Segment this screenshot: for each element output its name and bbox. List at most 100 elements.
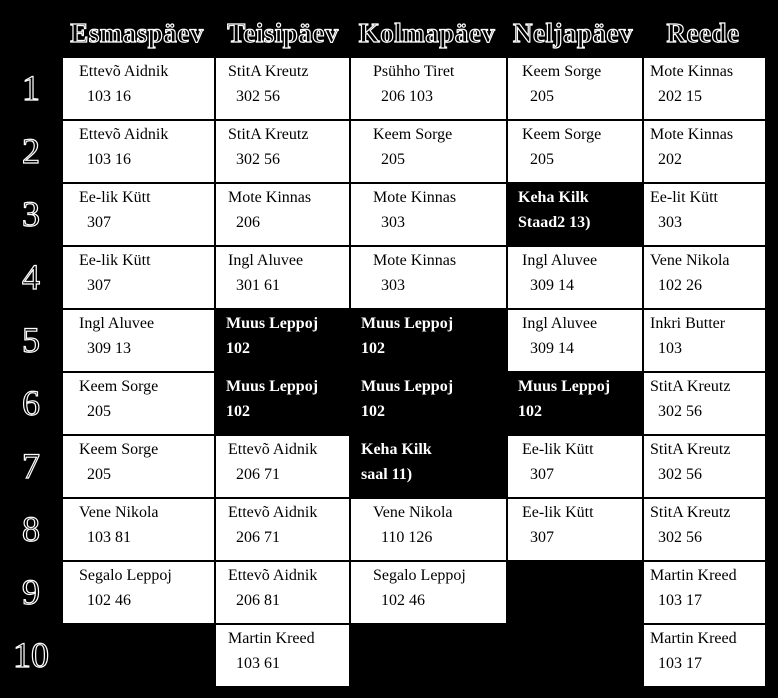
subject-teacher: Martin Kreed [650,630,737,647]
subject-teacher: Muus Leppoj [361,315,454,332]
subject-teacher: Martin Kreed [650,567,737,584]
room-number: 103 16 [87,88,131,105]
lesson-cell: Martin Kreed 103 17 [643,624,766,687]
lesson-cell: Muus Leppoj 102 [350,309,507,372]
subject-teacher: Keem Sorge [522,63,602,80]
subject-teacher: Ingl Aluvee [228,252,304,269]
room-number: Staad2 13) [518,214,591,231]
lesson-cell: Ee-lik Kütt 307 [62,183,215,246]
room-number: 205 [87,466,111,483]
subject-teacher: StitA Kreutz [228,126,309,143]
subject-teacher: Ingl Aluvee [522,252,598,269]
subject-teacher: Muus Leppoj [361,378,454,395]
lesson-cell: Muus Leppoj 102 [350,372,507,435]
subject-teacher: Ettevõ Aidnik [79,126,169,143]
room-number: 309 13 [87,340,131,357]
day-header: Kolmapäev [358,17,496,48]
subject-teacher: Keem Sorge [79,378,159,395]
day-header: Esmaspäev [70,17,204,48]
subject-teacher: Ingl Aluvee [522,315,598,332]
subject-teacher: Ee-lit Kütt [650,189,718,206]
room-number: 307 [87,214,111,231]
lesson-cell: StitA Kreutz 302 56 [643,435,766,498]
subject-teacher: Muus Leppoj [518,378,611,395]
subject-teacher: Keem Sorge [79,441,159,458]
subject-teacher: Ettevõ Aidnik [228,567,318,584]
lesson-cell: StitA Kreutz 302 56 [215,57,350,120]
subject-teacher: Ee-lik Kütt [79,189,151,206]
room-number: 303 [381,277,405,294]
lesson-cell: Segalo Leppoj 102 46 [62,561,215,624]
room-number: 301 61 [236,277,280,294]
lesson-number: 1 [21,67,40,108]
lesson-cell: Ee-lit Kütt 303 [643,183,766,246]
subject-teacher: StitA Kreutz [650,504,731,521]
subject-teacher: StitA Kreutz [228,63,309,80]
lesson-cell: Muus Leppoj 102 [215,309,350,372]
day-header: Teisipäev [227,17,339,48]
room-number: 103 17 [658,655,702,672]
lesson-cell: Ettevõ Aidnik 206 71 [215,498,350,561]
room-number: 307 [530,466,554,483]
subject-teacher: Keha Kilk [361,441,432,458]
subject-teacher: Ingl Aluvee [79,315,155,332]
room-number: 102 [226,403,250,420]
lesson-cell: Psühho Tiret 206 103 [350,57,507,120]
room-number: 206 103 [381,88,433,105]
room-number: 303 [381,214,405,231]
lesson-cell: Mote Kinnas 202 15 [643,57,766,120]
subject-teacher: Mote Kinnas [373,189,457,206]
lesson-cell: Ingl Aluvee 309 13 [62,309,215,372]
lesson-cell: StitA Kreutz 302 56 [643,498,766,561]
subject-teacher: StitA Kreutz [650,441,731,458]
lesson-cell: Vene Nikola 102 26 [643,246,766,309]
lesson-cell: Vene Nikola 110 126 [350,498,507,561]
room-number: 202 15 [658,88,702,105]
lesson-cell: Keem Sorge 205 [507,57,643,120]
lesson-cell: Mote Kinnas 202 [643,120,766,183]
subject-teacher: Keha Kilk [518,189,589,206]
subject-teacher: Mote Kinnas [373,252,457,269]
room-number: 206 71 [236,529,280,546]
room-number: 302 56 [236,151,280,168]
subject-teacher: Ee-lik Kütt [522,504,594,521]
room-number: 103 81 [87,529,131,546]
subject-teacher: Ee-lik Kütt [79,252,151,269]
lesson-cell: Mote Kinnas 303 [350,246,507,309]
empty-slot [507,624,643,687]
lesson-cell: Keem Sorge 205 [62,435,215,498]
subject-teacher: Inkri Butter [650,315,726,332]
lesson-cell: Ee-lik Kütt 307 [507,498,643,561]
lesson-number: 3 [21,193,40,234]
subject-teacher: Ettevõ Aidnik [79,63,169,80]
room-number: 102 26 [658,277,702,294]
lesson-cell: Keem Sorge 205 [62,372,215,435]
subject-teacher: Keem Sorge [373,126,453,143]
empty-slot [350,624,507,687]
room-number: 206 [236,214,260,231]
lesson-cell: Mote Kinnas 206 [215,183,350,246]
lesson-number: 8 [21,508,40,549]
lesson-cell: StitA Kreutz 302 56 [215,120,350,183]
room-number: saal 11) [361,466,413,483]
room-number: 202 [658,151,682,168]
subject-teacher: Muus Leppoj [226,315,319,332]
lesson-cell: Ingl Aluvee 309 14 [507,246,643,309]
room-number: 302 56 [658,403,702,420]
subject-teacher: Vene Nikola [373,504,453,521]
day-header: Neljapäev [512,17,633,48]
lesson-cell: Keha Kilk Staad2 13) [507,183,643,246]
subject-teacher: Segalo Leppoj [79,567,172,584]
lesson-cell: Ettevõ Aidnik 206 71 [215,435,350,498]
room-number: 103 16 [87,151,131,168]
room-number: 102 [518,403,542,420]
lesson-number: 6 [21,382,40,423]
empty-slot [507,561,643,624]
lesson-cell: Muus Leppoj 102 [215,372,350,435]
room-number: 205 [530,151,554,168]
subject-teacher: Martin Kreed [228,630,315,647]
subject-teacher: Vene Nikola [79,504,159,521]
subject-teacher: Muus Leppoj [226,378,319,395]
lesson-number: 5 [21,319,40,360]
empty-slot [62,624,215,687]
